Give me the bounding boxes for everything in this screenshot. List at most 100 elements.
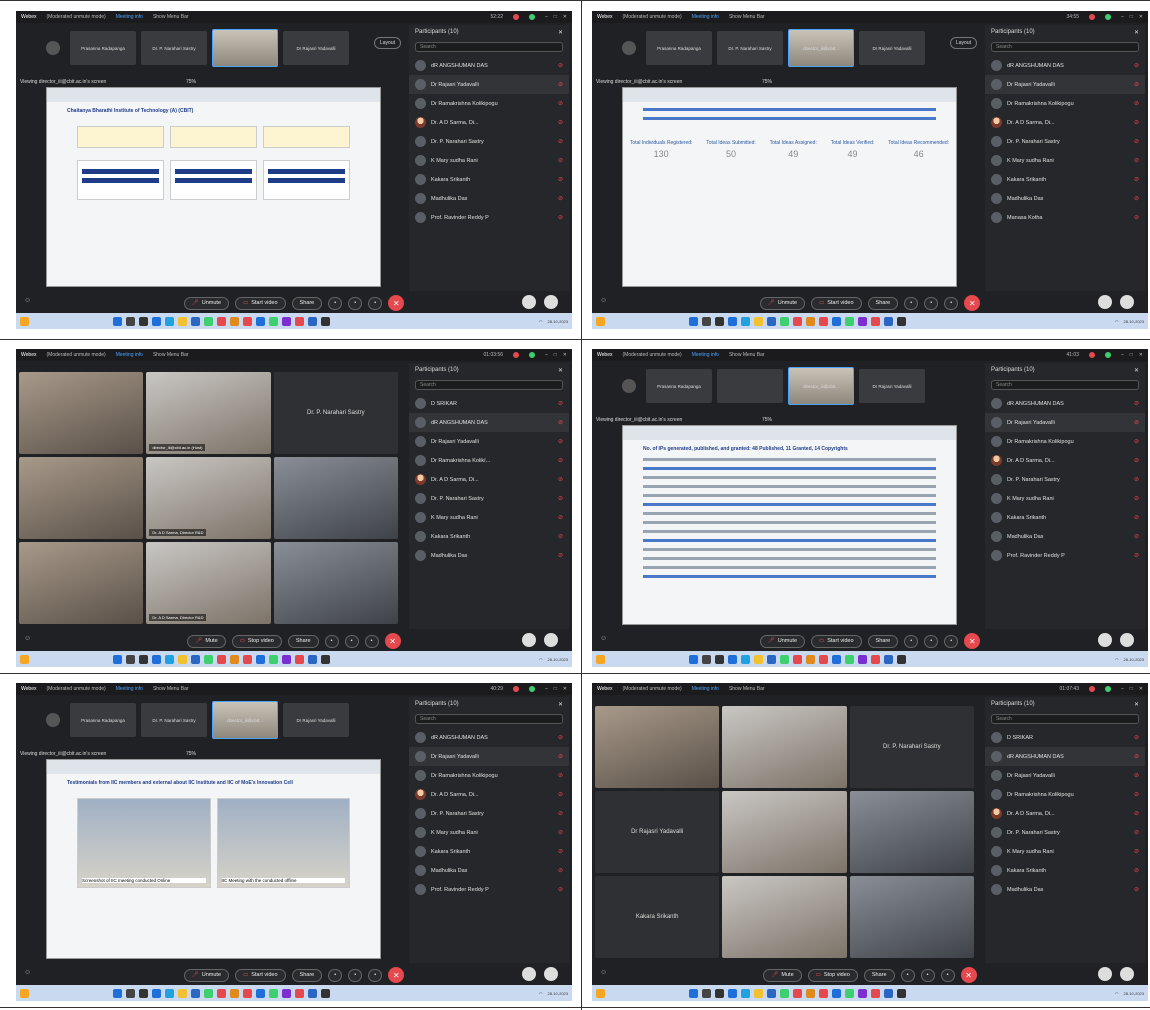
taskbar-app-icon[interactable] (321, 988, 330, 998)
show-menu-bar-button[interactable]: Show Menu Bar (153, 14, 189, 20)
more-options-icon[interactable]: • (368, 968, 383, 982)
chat-toggle-icon[interactable] (1120, 967, 1134, 981)
reactions-button-icon[interactable]: • (924, 634, 939, 648)
maximize-icon[interactable]: □ (554, 352, 557, 358)
participant-row[interactable]: dR ANGSHUMAN DAS ⊘ (985, 394, 1145, 413)
participant-row[interactable]: Dr Ramakrishna Kolikipogu ⊘ (409, 766, 569, 785)
participant-video-tile[interactable]: director_iii@cbit.ac.in (Host) (146, 372, 271, 454)
participant-row[interactable]: Dr Ramakrishna Kolikipogu ⊘ (985, 432, 1145, 451)
taskbar-app-icon[interactable] (243, 988, 252, 998)
participants-toggle-icon[interactable] (1098, 633, 1112, 647)
participants-header[interactable]: Participants (10) ✕ (409, 697, 569, 712)
participant-row[interactable]: K Mary sudha Rani ⊘ (409, 823, 569, 842)
participant-thumbnail[interactable]: Prasanna Radapanga (646, 369, 712, 403)
taskbar-app-icon[interactable] (243, 316, 252, 326)
participant-search-input[interactable]: Search (991, 714, 1139, 724)
record-icon[interactable]: • (328, 968, 343, 982)
participant-thumbnail[interactable]: Dr Rajasri Yadavalli (283, 31, 349, 65)
participant-thumbnail[interactable]: Dr Rajasri Yadavalli (283, 703, 349, 737)
participant-thumbnail[interactable]: Dr. P. Narahari Sastry (717, 31, 783, 65)
close-icon[interactable]: ✕ (563, 14, 567, 20)
participant-video-tile[interactable]: Dr. P. Narahari Sastry (273, 372, 398, 454)
maximize-icon[interactable]: □ (554, 14, 557, 20)
record-icon[interactable]: • (904, 634, 919, 648)
participants-toggle-icon[interactable] (522, 633, 536, 647)
more-options-icon[interactable]: • (944, 634, 959, 648)
participant-thumbnail[interactable]: director_iii@cbit... (788, 29, 854, 67)
mic-button[interactable]: 🎤︎ Unmute (759, 296, 806, 310)
taskbar-app-icon[interactable] (165, 316, 174, 326)
participant-row[interactable]: Kakara Srikanth ⊘ (985, 170, 1145, 189)
participant-row[interactable]: Dr. A D Sarma, Di... ⊘ (985, 113, 1145, 132)
weather-icon[interactable] (20, 316, 29, 326)
taskbar-app-icon[interactable] (741, 654, 750, 664)
taskbar-app-icon[interactable] (191, 988, 200, 998)
maximize-icon[interactable]: □ (1130, 352, 1133, 358)
participant-video-tile[interactable] (273, 542, 398, 624)
participant-row[interactable]: D SRIKAR ⊘ (985, 728, 1145, 747)
participant-row[interactable]: Dr. A D Sarma, Di... ⊘ (985, 804, 1145, 823)
more-options-icon[interactable]: • (364, 634, 379, 648)
taskbar-app-icon[interactable] (819, 654, 828, 664)
participant-row[interactable]: Kakara Srikanth ⊘ (409, 170, 569, 189)
close-icon[interactable]: ✕ (1139, 352, 1143, 358)
participants-toggle-icon[interactable] (522, 967, 536, 981)
participant-row[interactable]: Kakara Srikanth ⊘ (409, 527, 569, 546)
taskbar-app-icon[interactable] (204, 316, 213, 326)
participant-row[interactable]: Prof. Ravinder Reddy P ⊘ (409, 208, 569, 227)
taskbar-app-icon[interactable] (806, 988, 815, 998)
taskbar-app-icon[interactable] (819, 988, 828, 998)
participant-thumbnail[interactable]: director_iii@cbit... (212, 701, 278, 739)
taskbar-app-icon[interactable] (139, 654, 148, 664)
taskbar-app-icon[interactable] (178, 316, 187, 326)
participant-row[interactable]: dR ANGSHUMAN DAS ⊘ (985, 56, 1145, 75)
taskbar-app-icon[interactable] (702, 654, 711, 664)
taskbar-app-icon[interactable] (282, 988, 291, 998)
taskbar-app-icon[interactable] (806, 654, 815, 664)
participant-thumbnail[interactable] (212, 29, 278, 67)
taskbar-app-icon[interactable] (282, 316, 291, 326)
participant-row[interactable]: Dr Rajasri Yadavalli ⊘ (409, 747, 569, 766)
more-options-icon[interactable]: • (940, 968, 955, 982)
taskbar-app-icon[interactable] (230, 988, 239, 998)
minimize-icon[interactable]: – (1121, 352, 1124, 358)
end-call-button[interactable]: ✕ (388, 967, 405, 983)
participant-row[interactable]: Dr Rajasri Yadavalli ⊘ (985, 766, 1145, 785)
participant-thumbnail[interactable]: Dr Rajasri Yadavalli (859, 369, 925, 403)
participant-video-tile[interactable] (849, 876, 974, 958)
reactions-button-icon[interactable]: • (348, 968, 363, 982)
taskbar-app-icon[interactable] (178, 988, 187, 998)
video-button[interactable]: ▭ Start video (235, 296, 286, 310)
taskbar-app-icon[interactable] (845, 988, 854, 998)
taskbar-app-icon[interactable] (230, 654, 239, 664)
participant-video-tile[interactable] (19, 372, 144, 454)
taskbar-app-icon[interactable] (819, 316, 828, 326)
wifi-icon[interactable]: ◠ (1115, 319, 1119, 324)
weather-icon[interactable] (596, 316, 605, 326)
participant-video-tile[interactable]: Kakara Srikanth (595, 876, 720, 958)
participant-video-tile[interactable]: Dr. P. Narahari Sastry (849, 706, 974, 788)
taskbar-app-icon[interactable] (793, 316, 802, 326)
taskbar-app-icon[interactable] (884, 316, 893, 326)
share-button[interactable]: Share (863, 968, 895, 982)
taskbar-app-icon[interactable] (113, 316, 122, 326)
chat-toggle-icon[interactable] (1120, 295, 1134, 309)
share-button[interactable]: Share (867, 296, 899, 310)
mic-button[interactable]: 🎤︎ Unmute (183, 296, 230, 310)
record-icon[interactable]: • (904, 296, 919, 310)
participant-row[interactable]: Dr Rajasri Yadavalli ⊘ (409, 75, 569, 94)
weather-icon[interactable] (596, 654, 605, 664)
wifi-icon[interactable]: ◠ (539, 991, 543, 996)
participant-search-input[interactable]: Search (415, 380, 563, 390)
participants-header[interactable]: Participants (10) ✕ (985, 25, 1145, 40)
taskbar-app-icon[interactable] (728, 654, 737, 664)
taskbar-app-icon[interactable] (308, 654, 317, 664)
chat-toggle-icon[interactable] (544, 967, 558, 981)
record-icon[interactable]: • (328, 296, 343, 310)
taskbar-app-icon[interactable] (780, 316, 789, 326)
taskbar-app-icon[interactable] (897, 654, 906, 664)
participants-header[interactable]: Participants (10) ✕ (409, 25, 569, 40)
record-icon[interactable]: • (900, 968, 915, 982)
participant-row[interactable]: Dr Ramakrishna Kolikipogu ⊘ (409, 94, 569, 113)
wifi-icon[interactable]: ◠ (539, 319, 543, 324)
